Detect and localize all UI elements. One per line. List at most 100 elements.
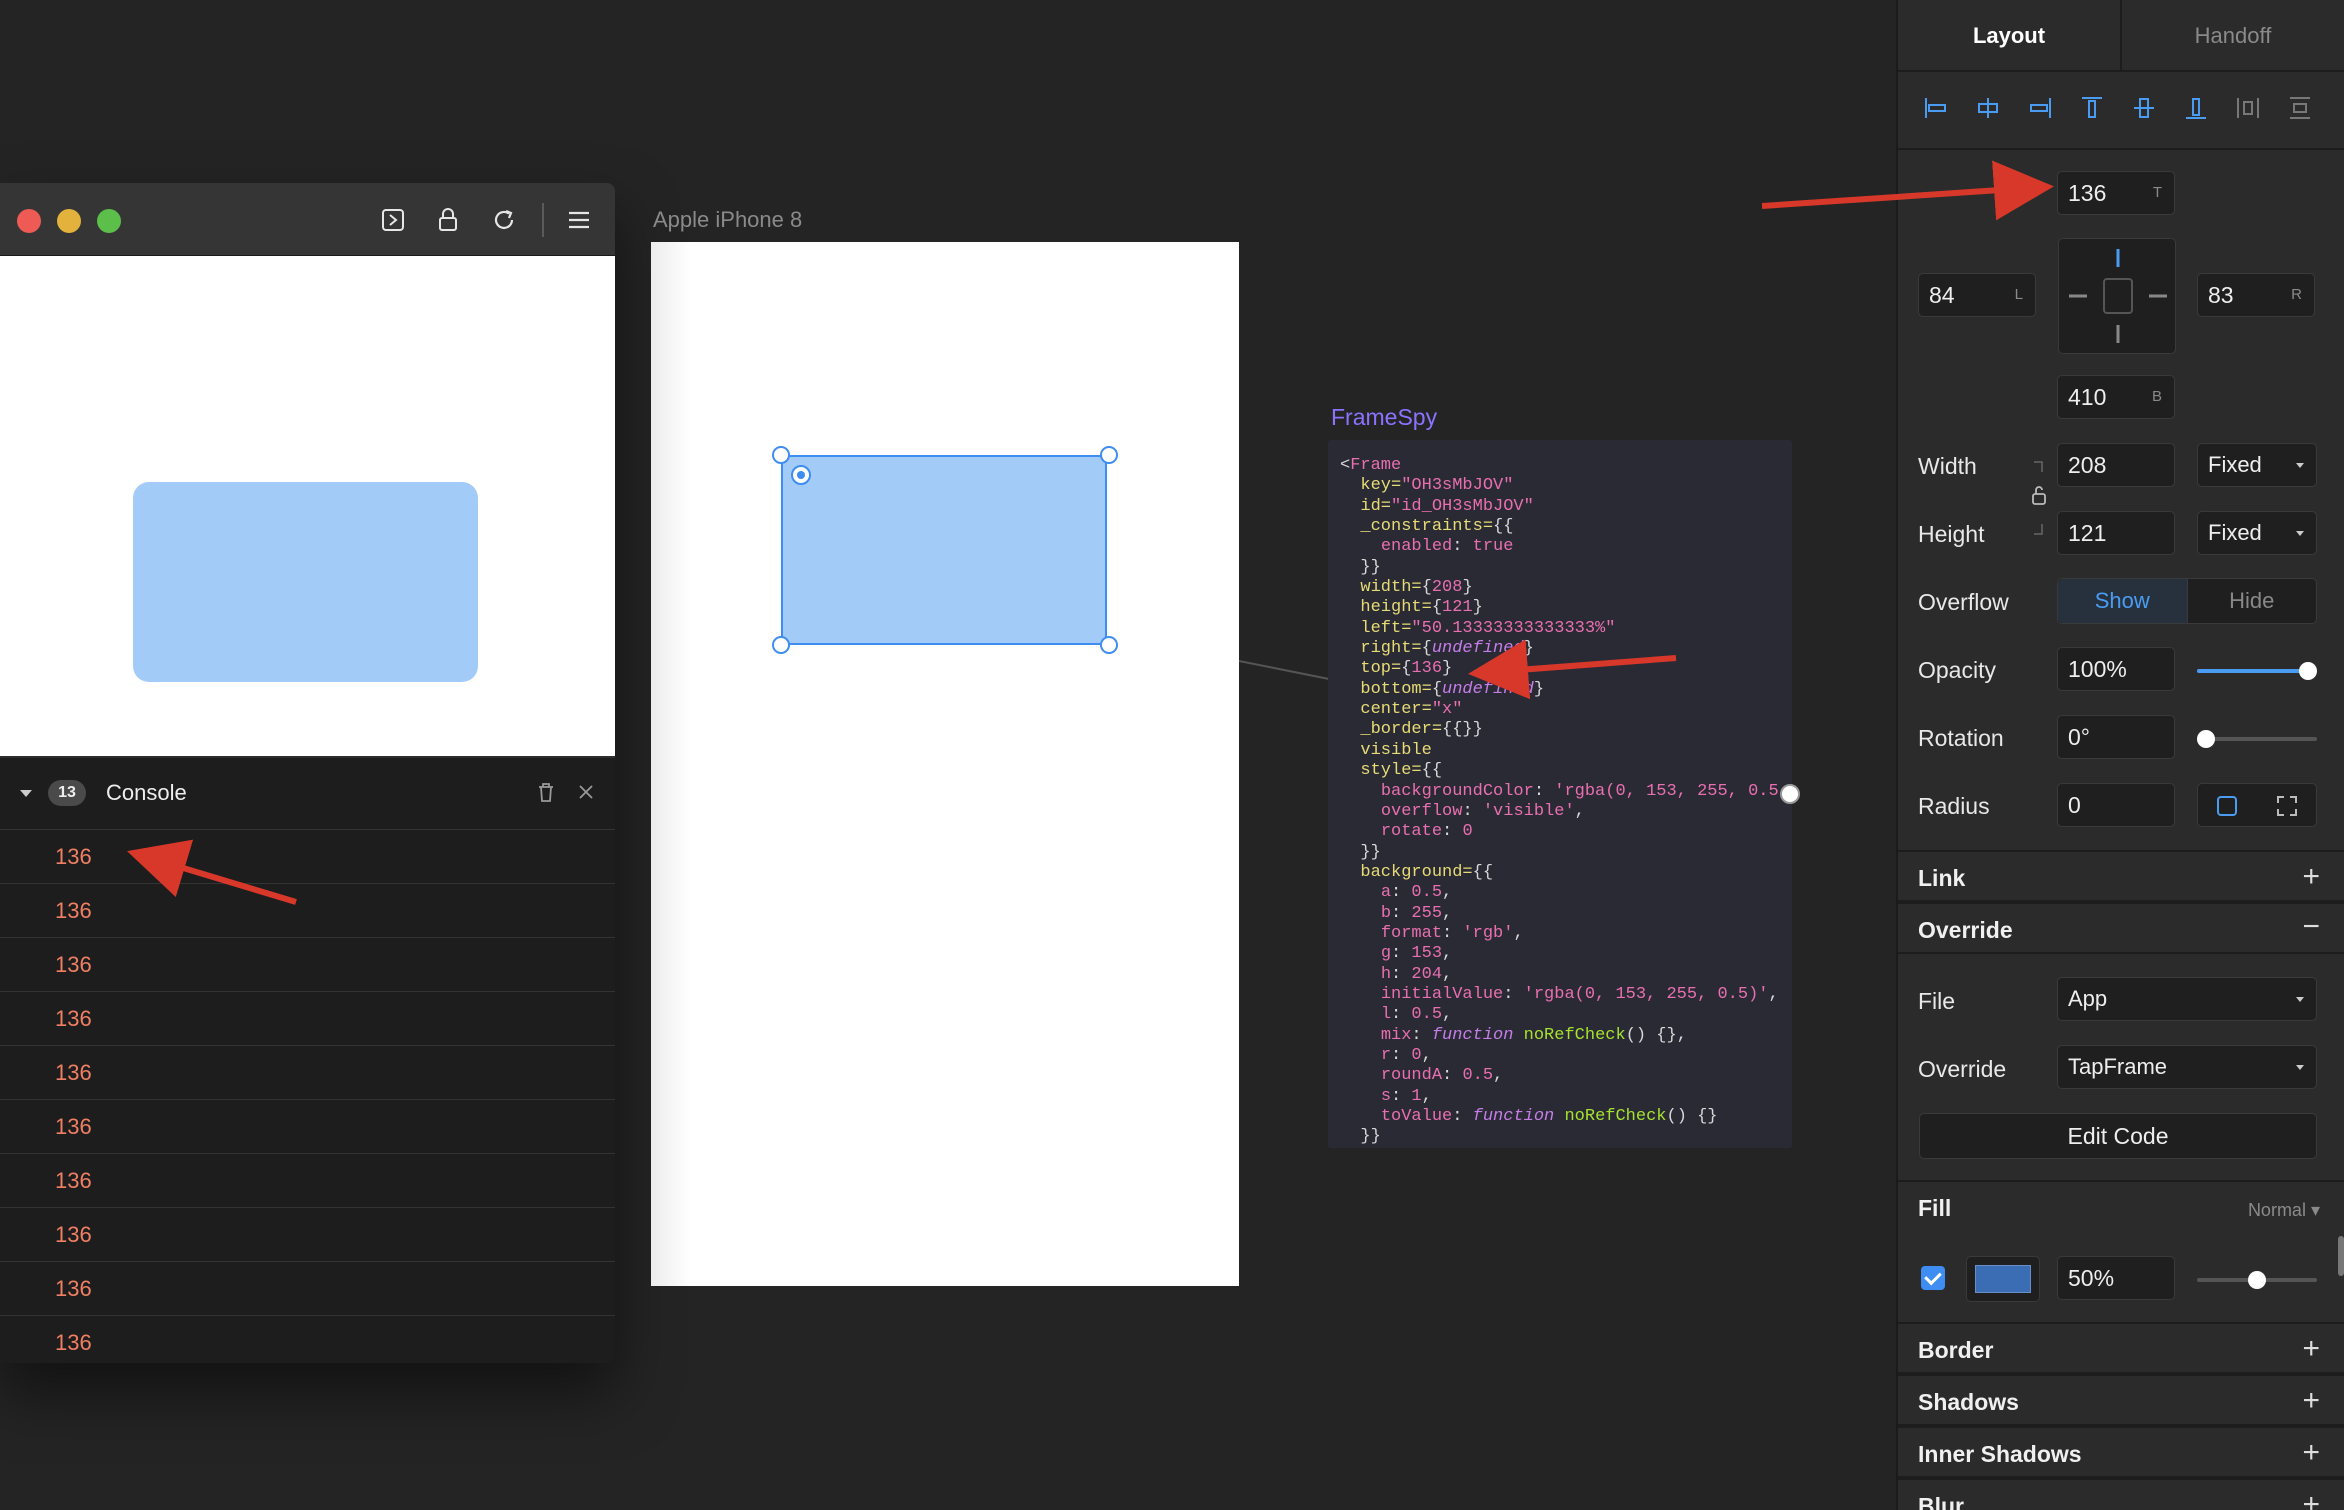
framespy-code-panel: <Frame key="OH3sMbJOV" id="id_OH3sMbJOV"… [1328, 440, 1792, 1148]
bottom-input[interactable]: 410 B [2057, 375, 2175, 419]
chevron-down-icon [2296, 531, 2304, 536]
width-input[interactable]: 208 [2057, 443, 2175, 487]
plus-icon[interactable]: + [2302, 1438, 2320, 1468]
override-select[interactable]: TapFrame [2057, 1045, 2317, 1089]
align-top-icon[interactable] [2074, 90, 2110, 126]
minus-icon[interactable]: − [2302, 912, 2320, 942]
device-frame[interactable] [651, 242, 1239, 1286]
tab-handoff[interactable]: Handoff [2122, 0, 2344, 70]
inner-shadows-section[interactable]: Inner Shadows + [1898, 1426, 2344, 1478]
pin-constraints-widget[interactable] [2058, 238, 2176, 354]
fill-opacity-input[interactable]: 50% [2057, 1256, 2175, 1300]
reload-icon[interactable] [487, 203, 521, 237]
console-log-value: 136 [55, 1168, 92, 1193]
fill-opacity-slider-knob[interactable] [2248, 1271, 2266, 1289]
opacity-value: 100% [2068, 656, 2127, 682]
distribute-vertical-icon[interactable] [2282, 90, 2318, 126]
fill-opacity-slider[interactable] [2197, 1271, 2317, 1289]
edit-code-button[interactable]: Edit Code [1919, 1113, 2317, 1159]
opacity-slider[interactable] [2197, 662, 2317, 680]
device-label: Apple iPhone 8 [653, 207, 803, 232]
radius-input[interactable]: 0 [2057, 783, 2175, 827]
top-value: 136 [2068, 180, 2107, 206]
width-value: 208 [2068, 452, 2107, 478]
menu-icon[interactable] [562, 203, 596, 237]
opacity-input[interactable]: 100% [2057, 647, 2175, 691]
close-window-button[interactable] [17, 209, 41, 233]
opacity-label: Opacity [1918, 657, 1996, 683]
console-log-value: 136 [55, 1114, 92, 1139]
trash-icon[interactable] [534, 780, 558, 804]
fill-enabled-checkbox[interactable] [1921, 1266, 1945, 1290]
preview-titlebar [0, 183, 615, 256]
right-suffix: R [2291, 286, 2302, 303]
shadows-section[interactable]: Shadows + [1898, 1374, 2344, 1426]
rotation-input[interactable]: 0° [2057, 715, 2175, 759]
target-icon[interactable] [791, 465, 811, 485]
collapse-caret-icon[interactable] [20, 790, 32, 797]
plus-icon[interactable]: + [2302, 1334, 2320, 1364]
rotation-slider[interactable] [2197, 730, 2317, 748]
border-section[interactable]: Border + [1898, 1322, 2344, 1374]
toolbar-separator [542, 203, 544, 237]
fill-blend-mode-value: Normal [2247, 1200, 2306, 1220]
console-log-row: 136 [0, 938, 615, 992]
console-log-row: 136 [0, 1154, 615, 1208]
fill-blend-mode[interactable]: Normal ▾ [2248, 1200, 2320, 1221]
overflow-hide-option[interactable]: Hide [2188, 579, 2317, 623]
override-section[interactable]: Override − [1898, 902, 2344, 954]
link-section[interactable]: Link + [1898, 850, 2344, 902]
overflow-show-option[interactable]: Show [2058, 579, 2188, 623]
file-label: File [1918, 988, 1956, 1014]
height-mode-value: Fixed [2208, 520, 2262, 545]
plus-icon[interactable]: + [2302, 1386, 2320, 1416]
rotation-slider-knob[interactable] [2197, 730, 2215, 748]
file-select[interactable]: App [2057, 977, 2317, 1021]
width-mode-select[interactable]: Fixed [2197, 443, 2317, 487]
radius-uniform-icon[interactable] [2216, 795, 2238, 817]
present-icon[interactable] [376, 203, 410, 237]
left-suffix: L [2014, 286, 2023, 303]
plus-icon[interactable]: + [2302, 862, 2320, 892]
height-input[interactable]: 121 [2057, 511, 2175, 555]
overflow-label: Overflow [1918, 589, 2009, 615]
zoom-window-button[interactable] [97, 209, 121, 233]
framespy-title: FrameSpy [1331, 404, 1438, 430]
tab-layout[interactable]: Layout [1898, 0, 2122, 70]
panel-scrollbar[interactable] [2338, 1236, 2344, 1276]
top-input[interactable]: 136 T [2057, 171, 2175, 215]
aspect-lock-icon[interactable] [2030, 458, 2052, 538]
align-bottom-icon[interactable] [2178, 90, 2214, 126]
console-log-row: 136 [0, 992, 615, 1046]
preview-canvas[interactable] [0, 256, 615, 756]
lock-icon[interactable] [431, 203, 465, 237]
left-input[interactable]: 84 L [1918, 273, 2036, 317]
align-center-horizontal-icon[interactable] [1970, 90, 2006, 126]
rotation-label: Rotation [1918, 725, 2004, 751]
minimize-window-button[interactable] [57, 209, 81, 233]
radius-per-corner-icon[interactable] [2276, 795, 2298, 817]
opacity-slider-knob[interactable] [2299, 662, 2317, 680]
override-value: TapFrame [2068, 1054, 2168, 1079]
resize-handle-top-left[interactable] [772, 446, 790, 464]
close-icon[interactable] [574, 780, 598, 804]
right-input[interactable]: 83 R [2197, 273, 2315, 317]
framespy-scroll-knob[interactable] [1780, 784, 1800, 804]
fill-color-well[interactable] [1966, 1256, 2040, 1302]
align-right-icon[interactable] [2022, 90, 2058, 126]
preview-frame[interactable] [133, 482, 478, 682]
console-log-row: 136 [0, 1316, 615, 1363]
selected-frame[interactable] [781, 455, 1107, 645]
bottom-suffix: B [2151, 388, 2162, 405]
plus-icon[interactable]: + [2302, 1490, 2320, 1510]
fill-section[interactable]: Fill Normal ▾ [1898, 1180, 2344, 1232]
align-center-vertical-icon[interactable] [2126, 90, 2162, 126]
resize-handle-bottom-left[interactable] [772, 636, 790, 654]
align-left-icon[interactable] [1918, 90, 1954, 126]
height-mode-select[interactable]: Fixed [2197, 511, 2317, 555]
right-value: 83 [2208, 282, 2234, 308]
resize-handle-bottom-right[interactable] [1100, 636, 1118, 654]
blur-section[interactable]: Blur + [1898, 1478, 2344, 1510]
distribute-horizontal-icon[interactable] [2230, 90, 2266, 126]
resize-handle-top-right[interactable] [1100, 446, 1118, 464]
